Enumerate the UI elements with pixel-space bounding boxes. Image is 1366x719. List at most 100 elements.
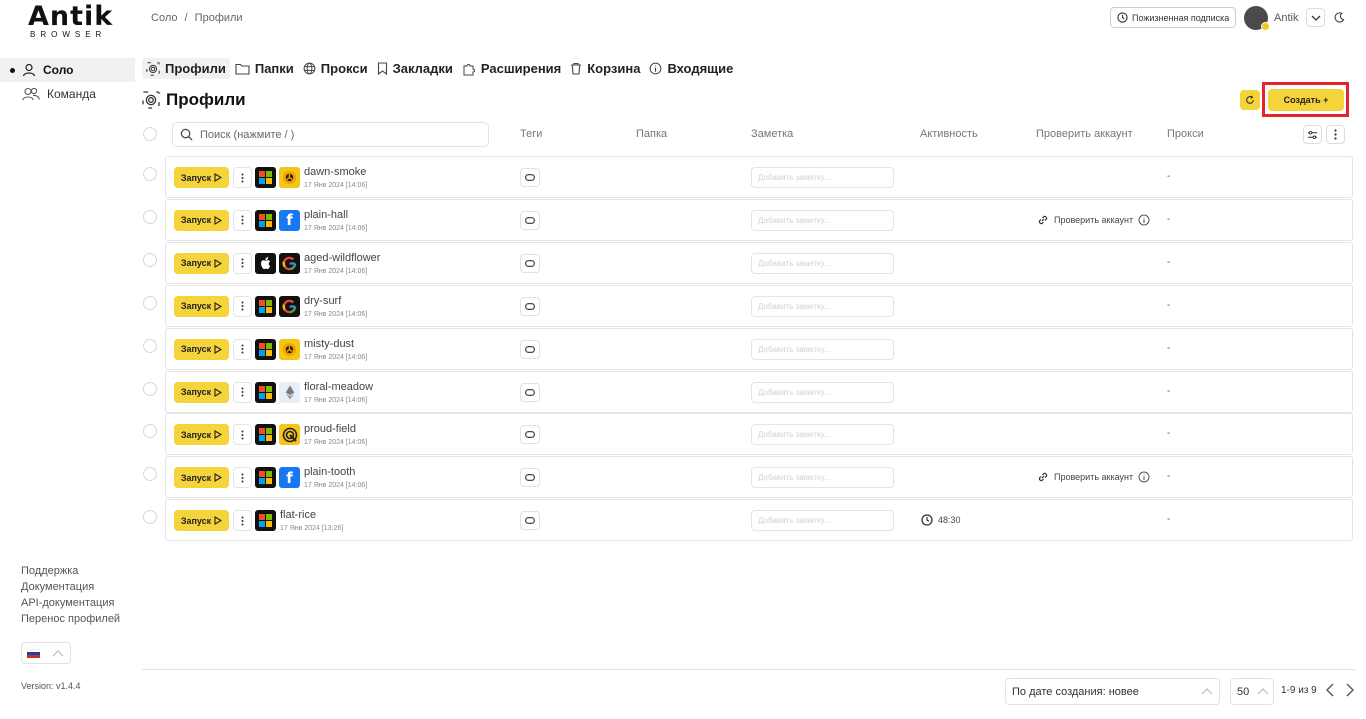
profile-name[interactable]: proud-field [304,423,356,435]
profile-name[interactable]: plain-hall [304,209,348,221]
add-tag-button[interactable] [520,382,540,402]
profile-date: 17 Янв 2024 [14:06] [304,396,368,404]
profile-transfer-link[interactable]: Перенос профилей [21,611,120,627]
note-input[interactable] [751,209,894,231]
next-page-icon[interactable] [1345,683,1355,697]
sidebar-item-solo[interactable]: Соло [0,58,135,82]
select-all-checkbox[interactable] [143,127,157,141]
profile-name[interactable]: floral-meadow [304,381,373,393]
sidebar-item-team[interactable]: Команда [0,82,135,106]
row-checkbox[interactable] [143,510,157,525]
launch-button[interactable]: Запуск [174,295,229,317]
support-link[interactable]: Поддержка [21,563,120,579]
table-row[interactable]: Запуск misty-dust 17 Янв 2024 [14:06] - [165,327,1353,370]
add-tag-button[interactable] [520,468,540,488]
tab-trash[interactable]: Корзина [566,58,644,79]
create-profile-button[interactable]: Создать + [1268,89,1344,111]
note-input[interactable] [751,167,894,188]
search-input[interactable] [200,128,470,141]
table-row[interactable]: Запуск aged-wildflower 17 Янв 2024 [14:06]… [165,241,1353,284]
row-checkbox[interactable] [143,252,157,267]
tab-extensions[interactable]: Расширения [458,58,565,79]
language-select[interactable] [21,642,71,664]
launch-button[interactable]: Запуск [174,424,229,446]
proxy-value: - [1167,256,1171,268]
logo[interactable]: Antik BROWSER [28,3,112,39]
note-input[interactable] [751,510,894,532]
row-menu-button[interactable] [233,167,252,188]
table-row[interactable]: Запуск floral-meadow 17 Янв 2024 [14:06] - [165,370,1353,413]
row-menu-button[interactable] [233,209,252,231]
launch-button[interactable]: Запуск [174,510,229,532]
row-menu-button[interactable] [233,338,252,360]
profile-name[interactable]: dry-surf [304,295,341,307]
table-row[interactable]: Запуск flat-rice 17 Янв 2024 [13:26] 48:30 - [165,499,1353,542]
user-dropdown-button[interactable] [1306,8,1325,27]
launch-button[interactable]: Запуск [174,381,229,403]
row-menu-button[interactable] [233,467,252,489]
breadcrumb-solo[interactable]: Соло [151,12,177,24]
row-checkbox[interactable] [143,338,157,353]
docs-link[interactable]: Документация [21,579,120,595]
note-input[interactable] [751,338,894,360]
more-options-button[interactable] [1326,125,1345,144]
tab-folders[interactable]: Папки [231,58,298,79]
row-menu-button[interactable] [233,252,252,274]
table-row[interactable]: Запуск f plain-tooth 17 Янв 2024 [14:06] Про… [165,456,1353,499]
table-row[interactable]: Запуск f plain-hall 17 Янв 2024 [14:06] Пров… [165,198,1353,241]
refresh-button[interactable] [1240,90,1260,110]
table-row[interactable]: Запуск proud-field 17 Янв 2024 [14:06] - [165,413,1353,456]
api-docs-link[interactable]: API-документация [21,595,120,611]
check-account-button[interactable]: Проверить аккаунт [1037,214,1155,226]
user-menu[interactable]: Antik [1244,6,1298,31]
row-menu-button[interactable] [233,510,252,532]
profile-name[interactable]: flat-rice [280,509,316,521]
prev-page-icon[interactable] [1325,683,1335,697]
row-checkbox[interactable] [143,209,157,224]
add-tag-button[interactable] [520,210,540,230]
add-tag-button[interactable] [520,168,540,187]
profile-name[interactable]: dawn-smoke [304,166,366,178]
tab-profiles[interactable]: Профили [142,58,230,79]
add-tag-button[interactable] [520,425,540,445]
theme-toggle-button[interactable] [1330,8,1349,27]
add-tag-button[interactable] [520,511,540,531]
launch-button[interactable]: Запуск [174,467,229,489]
note-input[interactable] [751,381,894,403]
note-input[interactable] [751,252,894,274]
profile-name[interactable]: misty-dust [304,338,354,350]
row-checkbox[interactable] [143,381,157,396]
info-icon[interactable] [1138,214,1150,226]
check-account-button[interactable]: Проверить аккаунт [1037,471,1155,483]
table-row[interactable]: Запуск dry-surf 17 Янв 2024 [14:06] - [165,284,1353,327]
launch-button[interactable]: Запуск [174,338,229,360]
launch-button[interactable]: Запуск [174,209,229,231]
tab-bookmarks[interactable]: Закладки [373,58,457,79]
sort-select[interactable]: По дате создания: новее [1005,678,1220,705]
tab-inbox[interactable]: Входящие [645,58,737,79]
tab-proxies[interactable]: Прокси [299,58,372,79]
subscription-button[interactable]: Пожизненная подписка [1110,7,1237,28]
profile-name[interactable]: plain-tooth [304,466,355,478]
column-settings-button[interactable] [1303,125,1322,144]
add-tag-button[interactable] [520,339,540,359]
launch-button[interactable]: Запуск [174,252,229,274]
note-input[interactable] [751,424,894,446]
profile-name[interactable]: aged-wildflower [304,252,380,264]
row-checkbox[interactable] [143,295,157,310]
row-checkbox[interactable] [143,467,157,482]
row-menu-button[interactable] [233,295,252,317]
add-tag-button[interactable] [520,296,540,316]
row-checkbox[interactable] [143,167,157,181]
row-checkbox[interactable] [143,424,157,439]
note-input[interactable] [751,467,894,489]
note-input[interactable] [751,295,894,317]
table-row[interactable]: Запуск dawn-smoke 17 Янв 2024 [14:06] - [165,156,1353,198]
info-icon[interactable] [1138,471,1150,483]
logo-subtext: BROWSER [30,30,107,39]
launch-button[interactable]: Запуск [174,167,229,188]
per-page-select[interactable]: 50 [1230,678,1274,705]
row-menu-button[interactable] [233,381,252,403]
row-menu-button[interactable] [233,424,252,446]
add-tag-button[interactable] [520,253,540,273]
